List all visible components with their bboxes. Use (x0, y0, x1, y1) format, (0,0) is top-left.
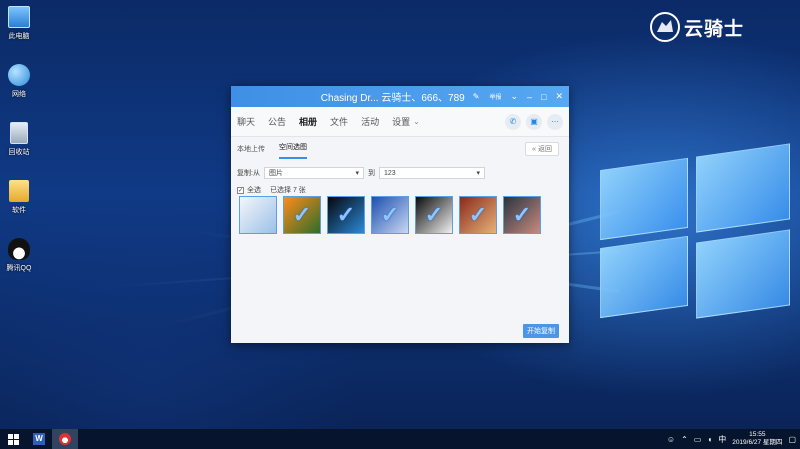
tab-settings[interactable]: 设置 (392, 115, 410, 128)
ime-indicator[interactable]: 中 (718, 434, 726, 445)
recycle-bin-icon (10, 122, 28, 144)
desktop-icon-label: 腾讯QQ (6, 265, 32, 272)
volume-icon[interactable]: ◖ (707, 435, 712, 444)
word-app-icon[interactable]: W (26, 429, 52, 449)
tab-activity[interactable]: 活动 (361, 115, 379, 128)
photo-thumbnail[interactable]: ✓ (503, 196, 541, 234)
desktop-icon-label: 网络 (12, 91, 26, 98)
folder-icon (9, 180, 29, 202)
brand-name: 云骑士 (684, 18, 745, 40)
tab-chat[interactable]: 聊天 (237, 115, 255, 128)
copy-to-select[interactable]: 123 ▾ (378, 167, 485, 179)
select-all-checkbox[interactable]: ✓ (237, 186, 244, 194)
checkmark-icon: ✓ (512, 202, 532, 227)
tab-announcement[interactable]: 公告 (268, 115, 286, 128)
tab-files[interactable]: 文件 (330, 115, 348, 128)
back-label: 返回 (538, 146, 552, 153)
windows-start-icon[interactable] (0, 429, 26, 449)
knight-logo-icon (650, 12, 680, 42)
system-tray: ☺ ⌃ ▭ ◖ 中 15:55 2019/6/27 星期四 ▢ (667, 431, 800, 447)
clock-date: 2019/6/27 星期四 (732, 439, 783, 446)
brand-watermark: 云骑士 (650, 12, 744, 42)
desktop-icon-network[interactable]: 网络 (2, 64, 36, 99)
photo-grid: ✓ ✓ ✓ ✓ ✓ ✓ (239, 196, 541, 234)
checkmark-icon: ✓ (380, 202, 400, 227)
more-icon[interactable]: ⋯ (547, 113, 563, 130)
edit-pencil-icon[interactable]: ✎ (473, 92, 480, 101)
tab-space-select[interactable]: 空间选图 (279, 142, 307, 159)
desktop-icon-recycle-bin[interactable]: 回收站 (2, 122, 36, 157)
share-screen-icon[interactable]: ▣ (526, 113, 542, 130)
tab-album[interactable]: 相册 (299, 115, 317, 128)
settings-chevron-icon[interactable]: ⌄ (413, 117, 420, 126)
checkmark-icon: ✓ (336, 202, 356, 227)
dropdown-arrow-icon: ▾ (355, 170, 359, 177)
clock-time: 15:55 (749, 431, 766, 438)
taskbar: W ☺ ⌃ ▭ ◖ 中 15:55 2019/6/27 星期四 ▢ (0, 429, 800, 449)
qq-group-window: Chasing Dr... 云骑士、666、789 ✎ 举报 ⌄ – □ ✕ 聊… (231, 86, 569, 343)
desktop-icon-this-pc[interactable]: 此电脑 (2, 6, 36, 41)
select-all-row: ✓ 全选 已选择 7 张 (237, 185, 563, 195)
photo-thumbnail[interactable]: ✓ (327, 196, 365, 234)
double-chevron-left-icon: « (532, 146, 537, 153)
checkmark-icon: ✓ (292, 202, 312, 227)
close-button[interactable]: ✕ (555, 91, 563, 102)
notification-icon[interactable]: ▢ (788, 435, 796, 444)
photo-thumbnail[interactable]: ✓ (415, 196, 453, 234)
copy-from-label: 复制:从 (237, 170, 260, 177)
network-globe-icon (8, 64, 30, 86)
window-title: Chasing Dr... 云骑士、666、789 (320, 93, 465, 104)
photo-thumbnail[interactable] (239, 196, 277, 234)
phone-call-icon[interactable]: ✆ (505, 113, 521, 130)
copy-from-value: 图片 (268, 170, 283, 177)
report-button[interactable]: 举报 (489, 92, 501, 101)
maximize-button[interactable]: □ (541, 92, 546, 102)
dropdown-arrow-icon: ▾ (476, 170, 480, 177)
checkmark-icon: ✓ (468, 202, 488, 227)
main-tabs: 聊天 公告 相册 文件 活动 设置 ⌄ ✆ ▣ ⋯ (231, 107, 569, 137)
photo-thumbnail[interactable]: ✓ (283, 196, 321, 234)
user-icon[interactable]: ☺ (667, 435, 675, 444)
copy-from-select[interactable]: 图片 ▾ (263, 167, 364, 179)
checkmark-icon: ✓ (424, 202, 444, 227)
select-all-label[interactable]: 全选 (247, 185, 261, 195)
minimize-button[interactable]: – (527, 92, 532, 102)
tab-local-upload[interactable]: 本地上传 (237, 144, 265, 159)
desktop-icon-label: 软件 (12, 207, 26, 214)
desktop-icon-label: 此电脑 (8, 33, 30, 40)
desktop-icon-software-folder[interactable]: 软件 (2, 180, 36, 215)
chevron-down-icon[interactable]: ⌄ (510, 91, 518, 102)
window-titlebar[interactable]: Chasing Dr... 云骑士、666、789 ✎ 举报 ⌄ – □ ✕ (231, 86, 569, 107)
photo-thumbnail[interactable]: ✓ (459, 196, 497, 234)
display-icon[interactable]: ▭ (694, 435, 702, 444)
start-copy-button[interactable]: 开始复制 (523, 324, 559, 338)
qq-taskbar-icon[interactable] (52, 429, 78, 449)
chevron-up-icon[interactable]: ⌃ (681, 435, 688, 444)
selected-count: 已选择 7 张 (270, 187, 306, 194)
clock[interactable]: 15:55 2019/6/27 星期四 (732, 431, 782, 447)
desktop-icon-label: 回收站 (8, 149, 30, 156)
copy-to-label: 到 (367, 170, 375, 177)
back-button[interactable]: « 返回 (525, 142, 559, 156)
copy-row: 复制:从 图片 ▾ 到 123 ▾ (237, 167, 563, 179)
photo-thumbnail[interactable]: ✓ (371, 196, 409, 234)
windows-logo (600, 143, 790, 325)
album-subtabs: 本地上传 空间选图 « 返回 (231, 137, 569, 159)
copy-to-value: 123 (383, 169, 396, 177)
qq-penguin-icon (8, 238, 30, 260)
computer-icon (8, 6, 30, 28)
desktop-icon-tencent-qq[interactable]: 腾讯QQ (2, 238, 36, 273)
